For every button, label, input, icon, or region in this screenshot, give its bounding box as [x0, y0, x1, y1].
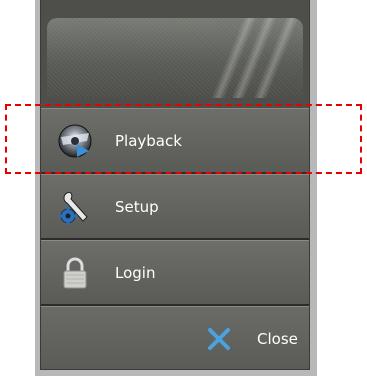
playback-disc-icon	[57, 123, 93, 159]
close-x-icon	[205, 325, 233, 353]
menu-header	[47, 18, 303, 98]
close-button[interactable]: Close	[205, 321, 309, 357]
menu-item-login[interactable]: Login	[41, 240, 309, 306]
menu-item-label: Playback	[115, 132, 182, 150]
close-row: Close	[41, 306, 309, 369]
menu-item-label: Setup	[115, 198, 159, 216]
setup-wrench-gear-icon	[57, 189, 93, 225]
menu-item-playback[interactable]: Playback	[41, 108, 309, 174]
login-lock-icon	[57, 255, 93, 291]
main-menu: Playback Setup Login Close	[41, 0, 309, 369]
menu-item-setup[interactable]: Setup	[41, 174, 309, 240]
close-label: Close	[257, 330, 298, 348]
menu-item-label: Login	[115, 264, 156, 282]
